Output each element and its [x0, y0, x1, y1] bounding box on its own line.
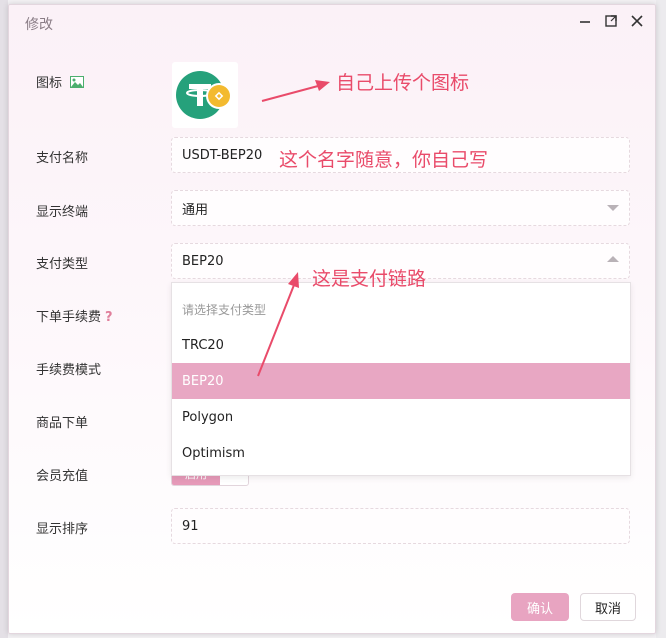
- display-terminal-select[interactable]: 通用: [171, 190, 630, 226]
- close-icon[interactable]: [629, 13, 645, 29]
- pay-name-label: 支付名称: [36, 151, 89, 166]
- member-recharge-label: 会员充值: [36, 469, 89, 484]
- minimize-icon[interactable]: [577, 13, 593, 29]
- display-terminal-value: 通用: [182, 202, 209, 218]
- help-icon[interactable]: ?: [105, 310, 113, 325]
- cancel-button[interactable]: 取消: [580, 593, 636, 621]
- dialog-header: 修改: [9, 5, 655, 41]
- fee-mode-label: 手续费模式: [36, 363, 102, 378]
- maximize-icon[interactable]: [603, 13, 619, 29]
- uploaded-icon-preview[interactable]: [172, 62, 238, 128]
- icon-label: 图标: [36, 76, 63, 91]
- sort-label: 显示排序: [36, 522, 89, 537]
- chevron-down-icon: [607, 205, 619, 211]
- window-controls: [577, 13, 645, 29]
- sort-value: 91: [182, 518, 199, 534]
- dialog-title: 修改: [25, 17, 53, 33]
- dropdown-option-optimism[interactable]: Optimism: [172, 435, 630, 471]
- pay-type-value: BEP20: [182, 253, 224, 269]
- dropdown-option-trc20[interactable]: TRC20: [172, 327, 630, 363]
- icon-label-row: 图标: [36, 72, 85, 92]
- dropdown-option-polygon[interactable]: Polygon: [172, 399, 630, 435]
- display-terminal-label: 显示终端: [36, 205, 89, 220]
- pay-type-dropdown: 请选择支付类型 TRC20 BEP20 Polygon Optimism: [171, 282, 631, 476]
- order-fee-label-row: 下单手续费?: [36, 306, 113, 325]
- image-icon: [70, 75, 85, 92]
- sort-input[interactable]: 91: [171, 508, 630, 544]
- background-left-strip: [0, 0, 8, 638]
- dropdown-placeholder: 请选择支付类型: [182, 302, 267, 317]
- order-fee-label: 下单手续费: [36, 310, 102, 325]
- background-right-strip: [656, 0, 666, 638]
- annotation-name-hint: 这个名字随意，你自己写: [279, 149, 489, 171]
- confirm-button[interactable]: 确认: [511, 593, 569, 621]
- pay-type-label: 支付类型: [36, 257, 89, 272]
- annotation-upload-icon: 自己上传个图标: [336, 72, 470, 94]
- annotation-chain-hint: 这是支付链路: [312, 268, 427, 290]
- chevron-up-icon: [607, 256, 619, 262]
- product-order-label: 商品下单: [36, 416, 89, 431]
- pay-name-value: USDT-BEP20: [182, 147, 263, 163]
- dropdown-option-bep20[interactable]: BEP20: [172, 363, 630, 399]
